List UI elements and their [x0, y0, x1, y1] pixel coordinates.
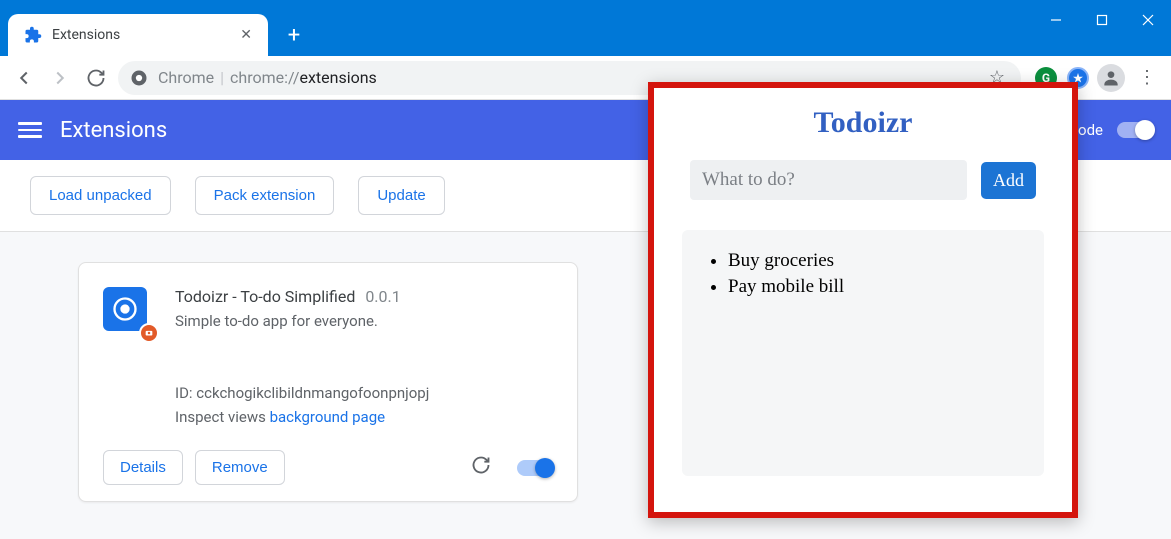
todo-item: Pay mobile bill	[728, 274, 1034, 300]
window-controls	[1033, 0, 1171, 40]
todo-item: Buy groceries	[728, 248, 1034, 274]
extension-popup: Todoizr Add Buy groceriesPay mobile bill	[648, 82, 1078, 518]
forward-button[interactable]	[46, 64, 74, 92]
profile-avatar[interactable]	[1097, 64, 1125, 92]
puzzle-piece-icon	[24, 26, 42, 44]
url-scheme-label: Chrome	[158, 68, 214, 87]
add-button[interactable]: Add	[981, 162, 1036, 199]
load-unpacked-button[interactable]: Load unpacked	[30, 176, 171, 215]
background-page-link[interactable]: background page	[270, 408, 386, 426]
id-label: ID:	[175, 384, 193, 402]
browser-tab[interactable]: Extensions ✕	[8, 14, 268, 56]
extension-version: 0.0.1	[365, 287, 400, 306]
todo-input[interactable]	[690, 160, 967, 200]
extension-name: Todoizr - To-do Simplified	[175, 287, 355, 306]
inspect-views-label: Inspect views	[175, 408, 266, 426]
update-button[interactable]: Update	[358, 176, 444, 215]
pack-extension-button[interactable]: Pack extension	[195, 176, 335, 215]
menu-icon[interactable]	[18, 118, 42, 142]
extension-card-icon	[103, 287, 153, 337]
close-tab-icon[interactable]: ✕	[236, 23, 256, 47]
dev-mode-toggle[interactable]	[1117, 122, 1153, 138]
extension-id: cckchogikclibildnmangofoonpnjopj	[196, 384, 429, 402]
details-button[interactable]: Details	[103, 450, 183, 485]
remove-button[interactable]: Remove	[195, 450, 285, 485]
chrome-icon	[130, 69, 148, 87]
page-title: Extensions	[60, 118, 167, 143]
tab-title: Extensions	[52, 27, 236, 43]
minimize-button[interactable]	[1033, 0, 1079, 40]
url-host: chrome://	[230, 68, 299, 87]
extension-description: Simple to-do app for everyone.	[175, 312, 553, 330]
dev-badge-icon	[139, 323, 159, 343]
maximize-button[interactable]	[1079, 0, 1125, 40]
back-button[interactable]	[10, 64, 38, 92]
close-window-button[interactable]	[1125, 0, 1171, 40]
tab-strip: Extensions ✕ +	[0, 0, 308, 56]
new-tab-button[interactable]: +	[280, 21, 308, 49]
todo-list: Buy groceriesPay mobile bill	[682, 230, 1044, 476]
enable-extension-toggle[interactable]	[517, 460, 553, 476]
browser-menu-button[interactable]: ⋮	[1133, 64, 1161, 92]
popup-title: Todoizr	[682, 106, 1044, 140]
reload-button[interactable]	[82, 64, 110, 92]
extension-card: Todoizr - To-do Simplified 0.0.1 Simple …	[78, 262, 578, 502]
reload-extension-icon[interactable]	[471, 455, 491, 480]
url-path: extensions	[299, 68, 376, 87]
window-titlebar: Extensions ✕ +	[0, 0, 1171, 56]
